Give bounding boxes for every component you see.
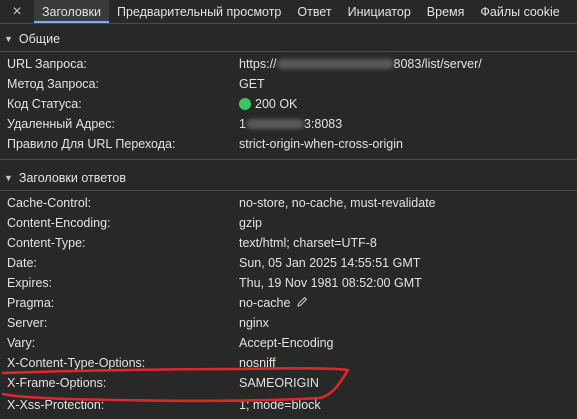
header-row-vary: Vary: Accept-Encoding	[0, 333, 577, 353]
redacted-blur	[276, 59, 394, 69]
status-text: 200 OK	[255, 97, 298, 111]
section-response-headers-title: Заголовки ответов	[18, 171, 126, 185]
row-value: Accept-Encoding	[239, 336, 334, 350]
row-value: text/html; charset=UTF-8	[239, 236, 377, 250]
row-value: strict-origin-when-cross-origin	[239, 137, 403, 151]
general-row-method: Метод Запроса: GET	[0, 74, 577, 94]
row-key: Pragma:	[7, 296, 55, 310]
row-key: Expires:	[7, 276, 53, 290]
header-row-content-encoding: Content-Encoding: gzip	[0, 213, 577, 233]
tab-bar: × Заголовки Предварительный просмотр Отв…	[0, 0, 577, 24]
row-value: nginx	[239, 316, 269, 330]
row-key: X-Frame-Options:	[7, 376, 107, 390]
header-row-expires: Expires: Thu, 19 Nov 1981 08:52:00 GMT	[0, 273, 577, 293]
tab-initiator[interactable]: Инициатор	[340, 0, 419, 23]
devtools-network-headers-panel: × Заголовки Предварительный просмотр Отв…	[0, 0, 577, 419]
row-value: nosniff	[239, 356, 276, 370]
address-suffix: 3:8083	[303, 117, 343, 131]
status-ok-icon	[239, 98, 251, 110]
header-row-x-xss-protection: X-Xss-Protection: 1; mode=block	[0, 395, 577, 415]
tab-timing[interactable]: Время	[419, 0, 473, 23]
row-key: Server:	[7, 316, 48, 330]
header-row-date: Date: Sun, 05 Jan 2025 14:55:51 GMT	[0, 253, 577, 273]
triangle-down-icon: ▼	[4, 173, 13, 183]
section-general-title: Общие	[18, 32, 61, 46]
row-key: URL Запроса:	[7, 57, 87, 71]
tab-response[interactable]: Ответ	[289, 0, 339, 23]
row-key: Метод Запроса:	[7, 77, 99, 91]
header-row-content-type: Content-Type: text/html; charset=UTF-8	[0, 233, 577, 253]
close-icon[interactable]: ×	[0, 0, 34, 23]
row-value: 1 3:8083	[239, 117, 342, 131]
row-value: 200 OK	[239, 97, 297, 111]
row-key: Cache-Control:	[7, 196, 92, 210]
section-response-headers-header[interactable]: ▼ Заголовки ответов	[0, 166, 577, 190]
tab-cookies[interactable]: Файлы cookie	[472, 0, 567, 23]
row-value: gzip	[239, 216, 262, 230]
tab-headers[interactable]: Заголовки	[34, 0, 109, 23]
row-key: Правило Для URL Перехода:	[7, 137, 176, 151]
divider	[0, 51, 577, 52]
row-value: no-store, no-cache, must-revalidate	[239, 196, 436, 210]
pragma-value: no-cache	[239, 296, 291, 310]
section-general-header[interactable]: ▼ Общие	[0, 27, 577, 51]
row-key: Код Статуса:	[7, 97, 82, 111]
row-value: Sun, 05 Jan 2025 14:55:51 GMT	[239, 256, 421, 270]
triangle-down-icon: ▼	[4, 34, 13, 44]
address-prefix: 1	[239, 117, 246, 131]
header-row-server: Server: nginx	[0, 313, 577, 333]
row-key: Content-Type:	[7, 236, 86, 250]
row-value: GET	[239, 77, 265, 91]
header-row-x-content-type-options: X-Content-Type-Options: nosniff	[0, 353, 577, 373]
row-key: X-Content-Type-Options:	[7, 356, 146, 370]
tab-preview[interactable]: Предварительный просмотр	[109, 0, 289, 23]
general-row-request-url: URL Запроса: https:// 8083/list/server/	[0, 54, 577, 74]
row-value: Thu, 19 Nov 1981 08:52:00 GMT	[239, 276, 422, 290]
redacted-blur	[245, 119, 304, 129]
row-key: Vary:	[7, 336, 36, 350]
row-value: 1; mode=block	[239, 398, 321, 412]
row-key: Date:	[7, 256, 37, 270]
general-row-status: Код Статуса: 200 OK	[0, 94, 577, 114]
general-row-remote-address: Удаленный Адрес: 1 3:8083	[0, 114, 577, 134]
header-row-cache-control: Cache-Control: no-store, no-cache, must-…	[0, 193, 577, 213]
header-row-pragma: Pragma: no-cache	[0, 293, 577, 313]
divider	[0, 159, 577, 160]
row-key: X-Xss-Protection:	[7, 398, 105, 412]
general-row-referrer-policy: Правило Для URL Перехода: strict-origin-…	[0, 134, 577, 154]
pencil-icon[interactable]	[296, 296, 308, 311]
url-prefix: https://	[239, 57, 277, 71]
divider	[0, 190, 577, 191]
url-suffix: 8083/list/server/	[393, 57, 482, 71]
row-key: Удаленный Адрес:	[7, 117, 115, 131]
header-row-x-frame-options: X-Frame-Options: SAMEORIGIN	[0, 373, 577, 393]
row-value: https:// 8083/list/server/	[239, 57, 482, 71]
row-key: Content-Encoding:	[7, 216, 111, 230]
row-value: no-cache	[239, 296, 308, 311]
row-value: SAMEORIGIN	[239, 376, 319, 390]
